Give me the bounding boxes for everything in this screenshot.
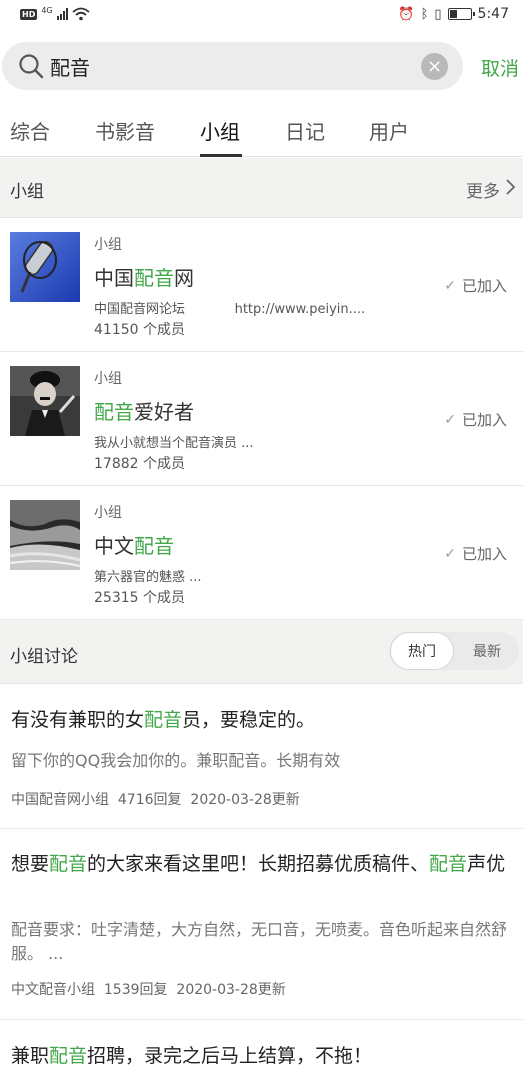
group-avatar-chaplin <box>10 366 80 436</box>
wifi-icon <box>72 7 90 21</box>
search-input[interactable] <box>50 51 410 81</box>
search-bar: × 取消 <box>0 42 523 92</box>
discussion-item[interactable]: 有没有兼职的女配音员，要稳定的。 留下你的QQ我会加你的。兼职配音。长期有效 中… <box>0 684 523 829</box>
discussion-meta: 中国配音网小组 4716回复 2020-03-28更新 <box>11 792 300 808</box>
tab-users[interactable]: 用户 <box>369 116 409 145</box>
discussion-title: 有没有兼职的女配音员，要稳定的。 <box>11 709 316 731</box>
joined-status: ✓ 已加入 <box>444 277 507 295</box>
group-row[interactable]: 小组 中国配音网 中国配音网论坛 http://www.peiyin.... 4… <box>0 218 523 352</box>
discussion-excerpt: 留下你的QQ我会加你的。兼职配音。长期有效 <box>11 751 341 770</box>
check-icon: ✓ <box>444 411 456 428</box>
tab-books-movies-music[interactable]: 书影音 <box>95 116 155 145</box>
tab-groups[interactable]: 小组 <box>200 116 240 145</box>
discussion-item[interactable]: 兼职配音招聘，录完之后马上结算，不拖！ <box>0 1020 523 1083</box>
search-icon <box>18 53 44 83</box>
battery-icon <box>447 8 475 20</box>
group-members: 25315 个成员 <box>94 590 185 606</box>
group-members: 17882 个成员 <box>94 456 185 472</box>
sort-hot-button[interactable]: 热门 <box>390 632 454 670</box>
group-description: 我从小就想当个配音演员 ... <box>94 436 254 451</box>
group-avatar-microphone <box>10 232 80 302</box>
discussion-title: 想要配音的大家来看这里吧！长期招募优质稿件、配音声优 <box>11 853 506 875</box>
group-description: 第六器官的魅惑 ... <box>94 570 202 585</box>
group-kind: 小组 <box>94 505 122 521</box>
group-kind: 小组 <box>94 371 122 387</box>
check-icon: ✓ <box>444 277 456 294</box>
network-type: 4G <box>41 5 53 15</box>
discussion-title: 兼职配音招聘，录完之后马上结算，不拖！ <box>11 1045 373 1067</box>
more-label: 更多 <box>466 182 500 202</box>
clear-icon[interactable]: × <box>421 53 448 80</box>
discussion-section-header: 小组讨论 热门 最新 <box>0 620 523 684</box>
group-row[interactable]: 小组 配音爱好者 我从小就想当个配音演员 ... 17882 个成员 ✓ 已加入 <box>0 352 523 486</box>
joined-status: ✓ 已加入 <box>444 545 507 563</box>
tab-all[interactable]: 综合 <box>10 116 50 145</box>
chevron-right-icon <box>506 179 516 200</box>
clock: 5:47 <box>477 6 509 22</box>
group-row[interactable]: 小组 中文配音 第六器官的魅惑 ... 25315 个成员 ✓ 已加入 <box>0 486 523 620</box>
group-members: 41150 个成员 <box>94 322 185 338</box>
bluetooth-icon: ᛒ <box>420 6 429 22</box>
section-title: 小组 <box>10 182 44 202</box>
group-name: 中国配音网 <box>94 266 194 290</box>
status-bar: HD 4G ⏰ ᛒ ▯ 5:47 <box>0 0 523 34</box>
check-icon: ✓ <box>444 545 456 562</box>
sort-new-button[interactable]: 最新 <box>455 632 519 670</box>
group-name: 中文配音 <box>94 534 174 558</box>
sort-toggle: 热门 最新 <box>389 632 519 670</box>
discussion-item[interactable]: 想要配音的大家来看这里吧！长期招募优质稿件、配音声优 配音要求：吐字清楚，大方自… <box>0 829 523 1020</box>
section-title: 小组讨论 <box>10 647 78 667</box>
joined-status: ✓ 已加入 <box>444 411 507 429</box>
more-link[interactable]: 更多 <box>466 177 516 202</box>
hd-badge: HD <box>20 8 38 20</box>
tab-diary[interactable]: 日记 <box>285 116 325 145</box>
vibrate-icon: ▯ <box>434 6 442 22</box>
discussion-excerpt: 配音要求：吐字清楚，大方自然，无口音，无喷麦。音色听起来自然舒服。 ... <box>11 920 508 963</box>
tab-bar: 综合 书影音 小组 日记 用户 <box>0 100 523 157</box>
group-avatar-landscape <box>10 500 80 570</box>
signal-icon <box>56 8 68 20</box>
discussion-meta: 中文配音小组 1539回复 2020-03-28更新 <box>11 982 286 998</box>
groups-section-header: 小组 更多 <box>0 158 523 218</box>
cancel-button[interactable]: 取消 <box>481 54 519 81</box>
group-kind: 小组 <box>94 237 122 253</box>
alarm-icon: ⏰ <box>398 6 415 22</box>
search-box[interactable]: × <box>2 42 463 90</box>
active-tab-indicator <box>200 154 242 157</box>
group-description: 中国配音网论坛 http://www.peiyin.... <box>94 302 366 317</box>
group-name: 配音爱好者 <box>94 400 194 424</box>
